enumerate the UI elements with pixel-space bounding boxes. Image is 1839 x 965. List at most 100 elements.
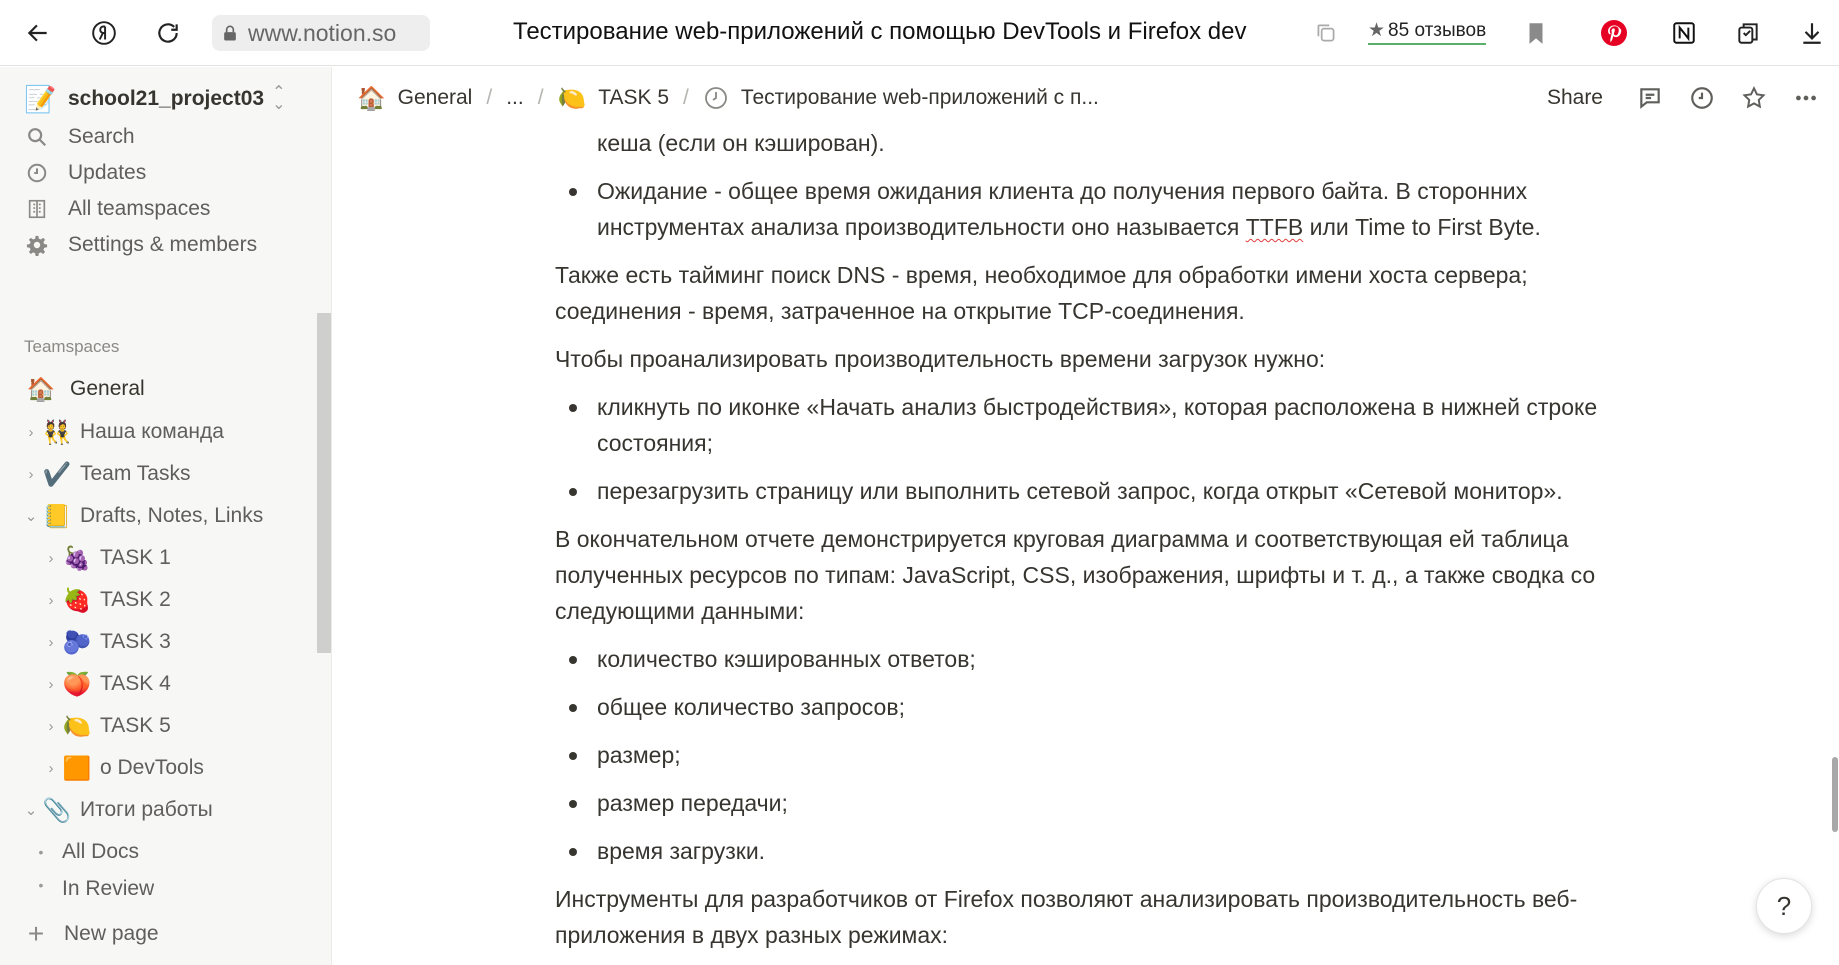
grapes-icon: 🍇	[62, 544, 92, 571]
page-topbar: 🏠 General / ... / 🍋 TASK 5 / Тестировани…	[333, 67, 1839, 129]
sidebar-item-general[interactable]: 🏠 General	[24, 372, 145, 406]
help-button[interactable]: ?	[1756, 878, 1812, 934]
sidebar-scrollbar[interactable]	[317, 313, 331, 653]
sidebar-item-label: In Review	[62, 877, 155, 899]
main-scrollbar[interactable]	[1832, 757, 1838, 832]
chevron-down-icon[interactable]: ⌄	[22, 801, 40, 819]
sidebar-item-results[interactable]: ⌄ 📎 Итоги работы	[22, 793, 213, 827]
sidebar-item-in-review[interactable]: • In Review	[32, 877, 155, 899]
sidebar-item-label: TASK 1	[100, 546, 171, 569]
new-page-button[interactable]: + New page	[22, 917, 159, 951]
sidebar-item-drafts[interactable]: ⌄ 📒 Drafts, Notes, Links	[22, 499, 264, 533]
notion-icon[interactable]	[1666, 15, 1702, 51]
paperclip-icon: 📎	[42, 796, 72, 823]
list-item: кликнуть по иконке «Начать анализ быстро…	[555, 389, 1615, 461]
chevron-right-icon[interactable]: ›	[42, 760, 60, 777]
chevron-updown-icon: ⌃ ⌄	[272, 84, 286, 113]
sidebar-item-task2[interactable]: › 🍓 TASK 2	[42, 583, 171, 617]
paragraph: Чтобы проанализировать производительност…	[555, 346, 1326, 372]
workspace-switcher[interactable]: 📝 school21_project03 ⌃ ⌄	[24, 81, 286, 117]
history-icon[interactable]	[1683, 79, 1721, 117]
sidebar-item-label: Settings & members	[68, 233, 258, 256]
house-icon: 🏠	[357, 84, 386, 111]
pinterest-icon[interactable]	[1596, 15, 1632, 51]
sidebar-item-all-teamspaces[interactable]: All teamspaces	[24, 192, 210, 226]
chevron-right-icon[interactable]: ›	[42, 592, 60, 609]
yandex-icon[interactable]	[86, 15, 122, 51]
paragraph: Также есть тайминг поиск DNS - время, не…	[555, 262, 1528, 324]
house-icon: 🏠	[26, 375, 56, 402]
sidebar-item-team[interactable]: › 👯 Наша команда	[22, 415, 224, 449]
list-item: количество кэшированных ответов;	[555, 641, 1615, 677]
chevron-right-icon[interactable]: ›	[22, 424, 40, 441]
copy-icon[interactable]	[1308, 15, 1344, 51]
more-icon[interactable]	[1787, 79, 1825, 117]
star-icon[interactable]	[1735, 79, 1773, 117]
breadcrumb-ellipsis[interactable]: ...	[506, 86, 524, 110]
chevron-right-icon[interactable]: ›	[42, 676, 60, 693]
list-item: перезагрузить страницу или выполнить сет…	[555, 473, 1615, 509]
breadcrumb-separator: /	[683, 86, 689, 109]
sidebar-item-settings[interactable]: Settings & members	[24, 228, 257, 262]
sidebar-item-task1[interactable]: › 🍇 TASK 1	[42, 541, 171, 575]
sidebar-item-label: Наша команда	[80, 420, 224, 443]
sidebar-item-label: Search	[68, 125, 135, 148]
people-icon: 👯	[42, 418, 72, 445]
clock-icon	[703, 85, 729, 111]
sidebar-item-all-docs[interactable]: • All Docs	[32, 835, 139, 869]
back-arrow-icon[interactable]	[20, 15, 56, 51]
list-item-text: кеша (если он кэширован).	[597, 130, 885, 156]
breadcrumb: 🏠 General / ... / 🍋 TASK 5 / Тестировани…	[357, 81, 1099, 115]
breadcrumb-general[interactable]: General	[398, 86, 473, 110]
sidebar-item-label: TASK 2	[100, 588, 171, 611]
workspace-name: school21_project03	[68, 87, 265, 110]
sidebar-item-label: о DevTools	[100, 756, 204, 779]
sidebar-item-task3[interactable]: › 🫐 TASK 3	[42, 625, 171, 659]
gear-icon	[24, 232, 50, 258]
sidebar: 📝 school21_project03 ⌃ ⌄ Search Updates A…	[0, 67, 332, 965]
teamspaces-section-title: Teamspaces	[24, 337, 120, 356]
sidebar-item-label: TASK 4	[100, 672, 171, 695]
chevron-right-icon[interactable]: ›	[42, 634, 60, 651]
paragraph: Инструменты для разработчиков от Firefox…	[555, 886, 1578, 948]
sidebar-item-label: All teamspaces	[68, 197, 211, 220]
strawberry-icon: 🍓	[62, 586, 92, 613]
download-icon[interactable]	[1794, 15, 1830, 51]
sidebar-item-label: Team Tasks	[80, 462, 191, 485]
sidebar-item-task4[interactable]: › 🍑 TASK 4	[42, 667, 171, 701]
sidebar-item-label: Drafts, Notes, Links	[80, 504, 264, 527]
share-button[interactable]: Share	[1547, 86, 1603, 110]
plus-icon: +	[27, 918, 45, 949]
chevron-right-icon[interactable]: ›	[42, 550, 60, 567]
sidebar-item-updates[interactable]: Updates	[24, 156, 146, 190]
orange-square-icon: 🟧	[62, 754, 92, 781]
bookmark-icon[interactable]	[1518, 15, 1554, 51]
list-item: размер передачи;	[555, 785, 1615, 821]
sidebar-item-devtools[interactable]: › 🟧 о DevTools	[42, 751, 204, 785]
chevron-down-icon[interactable]: ⌄	[22, 507, 40, 525]
building-icon	[24, 196, 50, 222]
bullet-icon: •	[38, 844, 44, 860]
chevron-right-icon[interactable]: ›	[22, 466, 40, 483]
sidebar-item-task5[interactable]: › 🍋 TASK 5	[42, 709, 171, 743]
notebook-icon: 📒	[42, 502, 72, 529]
breadcrumb-task[interactable]: TASK 5	[598, 86, 669, 110]
sidebar-item-team-tasks[interactable]: › ✔️ Team Tasks	[22, 457, 191, 491]
sidebar-item-search[interactable]: Search	[24, 120, 135, 154]
lock-icon	[212, 15, 248, 51]
collections-icon[interactable]	[1730, 15, 1766, 51]
list-item-continuation: кеша (если он кэширован).	[555, 125, 1615, 161]
browser-toolbar: www.notion.so Тестирование web-приложени…	[0, 0, 1839, 66]
search-icon	[24, 124, 50, 150]
list-item: время загрузки.	[555, 833, 1615, 869]
breadcrumb-page[interactable]: Тестирование web-приложений с п...	[741, 86, 1099, 110]
chevron-right-icon[interactable]: ›	[42, 718, 60, 735]
new-page-label: New page	[64, 922, 159, 945]
spellcheck-word: TTFB	[1245, 214, 1304, 240]
checkmark-icon: ✔️	[42, 460, 72, 487]
paragraph: В окончательном отчете демонстрируется к…	[555, 526, 1596, 624]
comment-icon[interactable]	[1631, 79, 1669, 117]
reviews-link[interactable]: ★ 85 отзывов	[1368, 19, 1487, 45]
address-bar[interactable]: www.notion.so	[212, 15, 430, 51]
reload-icon[interactable]	[150, 15, 186, 51]
